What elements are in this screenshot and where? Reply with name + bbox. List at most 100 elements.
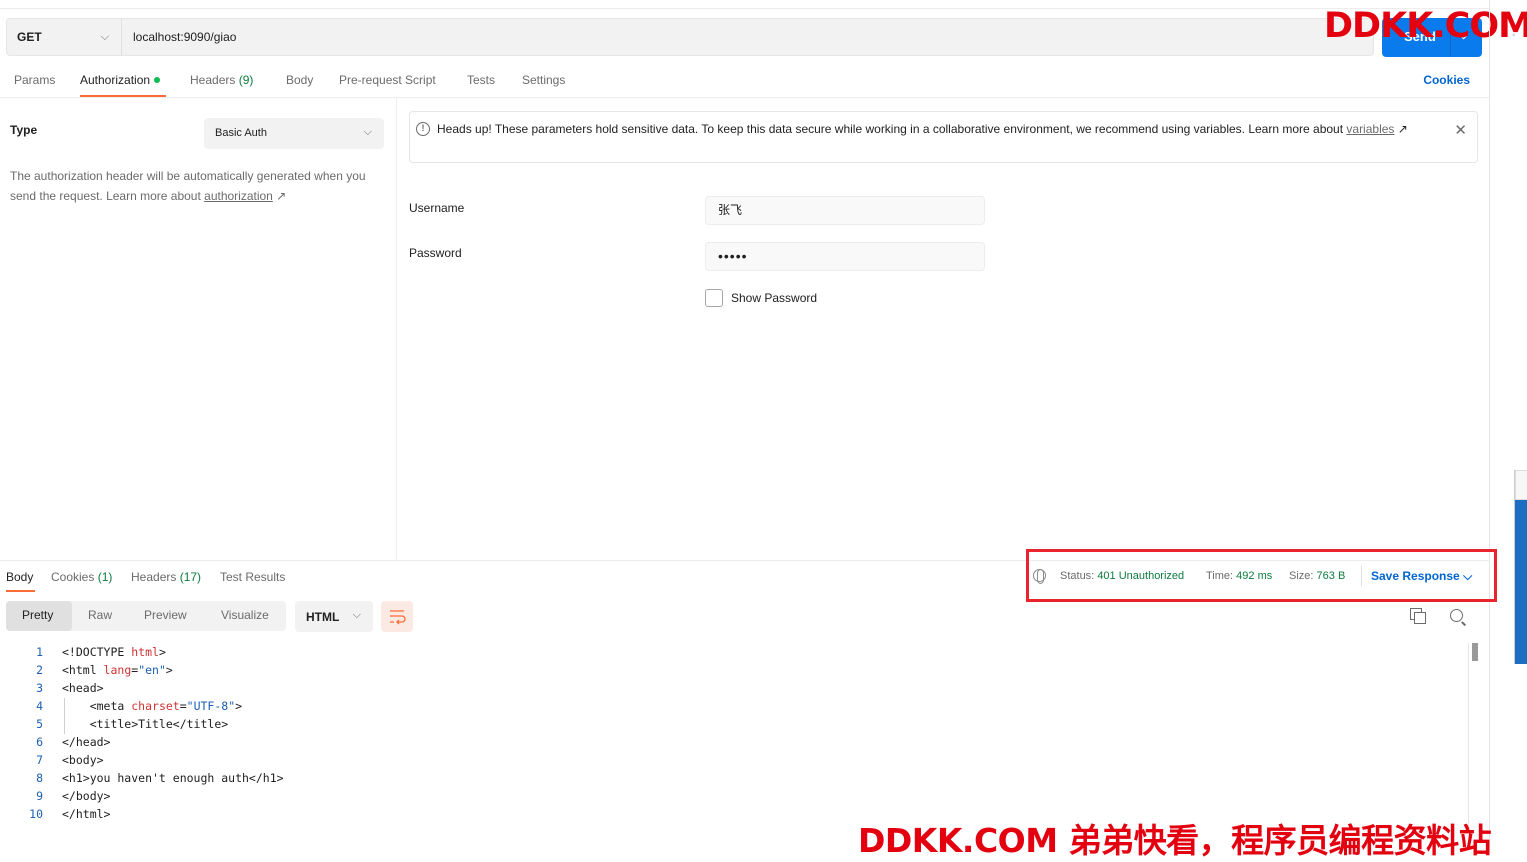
close-icon[interactable]: ✕ — [1454, 121, 1467, 139]
tab-label: Cookies — [51, 570, 95, 584]
watermark-bottom: DDKK.COM 弟弟快看，程序员编程资料站 — [858, 821, 1492, 860]
tab-label: Headers — [190, 73, 236, 87]
watermark-top: DDKK.COM — [1324, 6, 1527, 46]
tab-label: Settings — [522, 73, 566, 87]
auth-type-pane: Type Basic Auth ⌵ The authorization head… — [0, 98, 397, 560]
tab-label: Test Results — [220, 570, 286, 584]
side-widget[interactable] — [1514, 470, 1527, 664]
chevron-down-icon: ⌵ — [363, 126, 372, 138]
code-text: <title>Title</title> — [62, 717, 229, 731]
sensitive-data-notice: ! Heads up! These parameters hold sensit… — [409, 111, 1478, 163]
wrap-lines-icon — [390, 610, 406, 625]
line-number: 8 — [36, 771, 43, 785]
indent-guide — [64, 698, 65, 734]
method-select[interactable]: GET ⌵ — [7, 19, 122, 55]
code-text: <!DOCTYPE html> — [62, 645, 166, 659]
format-tab-preview[interactable]: Preview — [144, 608, 187, 622]
auth-type-value: Basic Auth — [215, 127, 267, 139]
highlight-box — [1026, 549, 1497, 602]
code-scrollbar-thumb[interactable] — [1472, 643, 1478, 661]
cookies-link[interactable]: Cookies — [1423, 73, 1470, 87]
line-number: 6 — [36, 735, 43, 749]
password-label: Password — [409, 246, 462, 260]
line-number: 9 — [36, 789, 43, 803]
language-select[interactable]: HTML ⌵ — [295, 601, 373, 632]
tab-tests[interactable]: Tests — [467, 73, 495, 87]
tab-count: (9) — [238, 73, 254, 87]
notice-message: Heads up! These parameters hold sensitiv… — [437, 122, 1347, 136]
response-tab-test-results[interactable]: Test Results — [220, 570, 285, 584]
url-bar: GET ⌵ localhost:9090/giao — [6, 18, 1374, 56]
tab-label: Tests — [467, 73, 496, 87]
request-tabs: Params Authorization Headers (9) Body Pr… — [0, 62, 1490, 98]
tab-authorization[interactable]: Authorization — [80, 73, 161, 87]
language-value: HTML — [306, 610, 340, 624]
tab-headers[interactable]: Headers (9) — [190, 73, 253, 87]
external-link-icon: ↗ — [276, 189, 287, 203]
info-icon: ! — [416, 122, 430, 136]
corner-mark: ◦ — [1512, 30, 1516, 41]
format-tabs: Pretty Raw Preview Visualize — [6, 601, 286, 631]
notice-text: Heads up! These parameters hold sensitiv… — [437, 120, 1427, 139]
code-text: </body> — [62, 789, 111, 803]
active-tab-indicator — [80, 95, 166, 97]
side-widget-cap — [1515, 470, 1527, 500]
external-link-icon: ↗ — [1397, 122, 1408, 136]
tab-label: Headers — [131, 570, 177, 584]
tab-params[interactable]: Params — [14, 73, 55, 87]
code-text: <meta charset="UTF-8"> — [62, 699, 243, 713]
url-input[interactable]: localhost:9090/giao — [133, 19, 236, 55]
variables-link[interactable]: variables — [1346, 122, 1394, 136]
code-text: <html lang="en"> — [62, 663, 173, 677]
line-number: 10 — [29, 807, 43, 821]
wrap-lines-button[interactable] — [381, 601, 413, 632]
active-tab-indicator — [6, 590, 35, 592]
format-tab-visualize[interactable]: Visualize — [221, 608, 269, 622]
response-tab-headers[interactable]: Headers (17) — [131, 570, 201, 584]
tab-settings[interactable]: Settings — [522, 73, 565, 87]
code-text: <body> — [62, 753, 104, 767]
show-password-checkbox[interactable] — [705, 289, 723, 307]
password-field[interactable]: ••••• — [705, 242, 985, 271]
method-label: GET — [17, 30, 42, 44]
active-dot-icon — [154, 77, 161, 83]
response-body-code[interactable]: 1 <!DOCTYPE html> 2 <html lang="en"> 3 <head>… — [0, 643, 1468, 833]
response-tab-body[interactable]: Body — [6, 570, 33, 584]
auth-type-select[interactable]: Basic Auth ⌵ — [204, 118, 384, 149]
line-number: 2 — [36, 663, 43, 677]
authorization-link[interactable]: authorization — [204, 189, 273, 203]
line-number: 7 — [36, 753, 43, 767]
code-text: <head> — [62, 681, 104, 695]
code-scrollbar-track — [1468, 643, 1469, 833]
tab-body[interactable]: Body — [286, 73, 313, 87]
tab-label: Params — [14, 73, 56, 87]
code-text: <h1>you haven't enough auth</h1> — [62, 771, 284, 785]
code-text: </head> — [62, 735, 111, 749]
tab-pre-request-script[interactable]: Pre-request Script — [339, 73, 436, 87]
tab-count: (17) — [179, 570, 202, 584]
auth-description: The authorization header will be automat… — [10, 166, 380, 206]
copy-icon[interactable] — [1410, 608, 1426, 624]
code-text: </html> — [62, 807, 111, 821]
line-number: 4 — [36, 699, 43, 713]
tab-label: Authorization — [80, 73, 151, 87]
tab-label: Pre-request Script — [339, 73, 436, 87]
tab-count: (1) — [97, 570, 113, 584]
chevron-down-icon: ⌵ — [100, 31, 109, 43]
username-field[interactable]: 张飞 — [705, 196, 985, 225]
search-icon[interactable] — [1450, 609, 1463, 622]
tab-label: Body — [286, 73, 314, 87]
format-tab-pretty[interactable]: Pretty — [22, 608, 53, 622]
line-number: 5 — [36, 717, 43, 731]
type-label: Type — [10, 123, 38, 137]
auth-description-text: The authorization header will be automat… — [10, 169, 366, 203]
username-label: Username — [409, 201, 465, 215]
show-password-label: Show Password — [731, 291, 818, 305]
format-tab-raw[interactable]: Raw — [88, 608, 112, 622]
chevron-down-icon: ⌵ — [352, 609, 361, 621]
line-number: 3 — [36, 681, 43, 695]
tab-label: Body — [6, 570, 34, 584]
line-number: 1 — [36, 645, 43, 659]
response-tab-cookies[interactable]: Cookies (1) — [51, 570, 112, 584]
scrollbar-track — [1489, 0, 1490, 853]
